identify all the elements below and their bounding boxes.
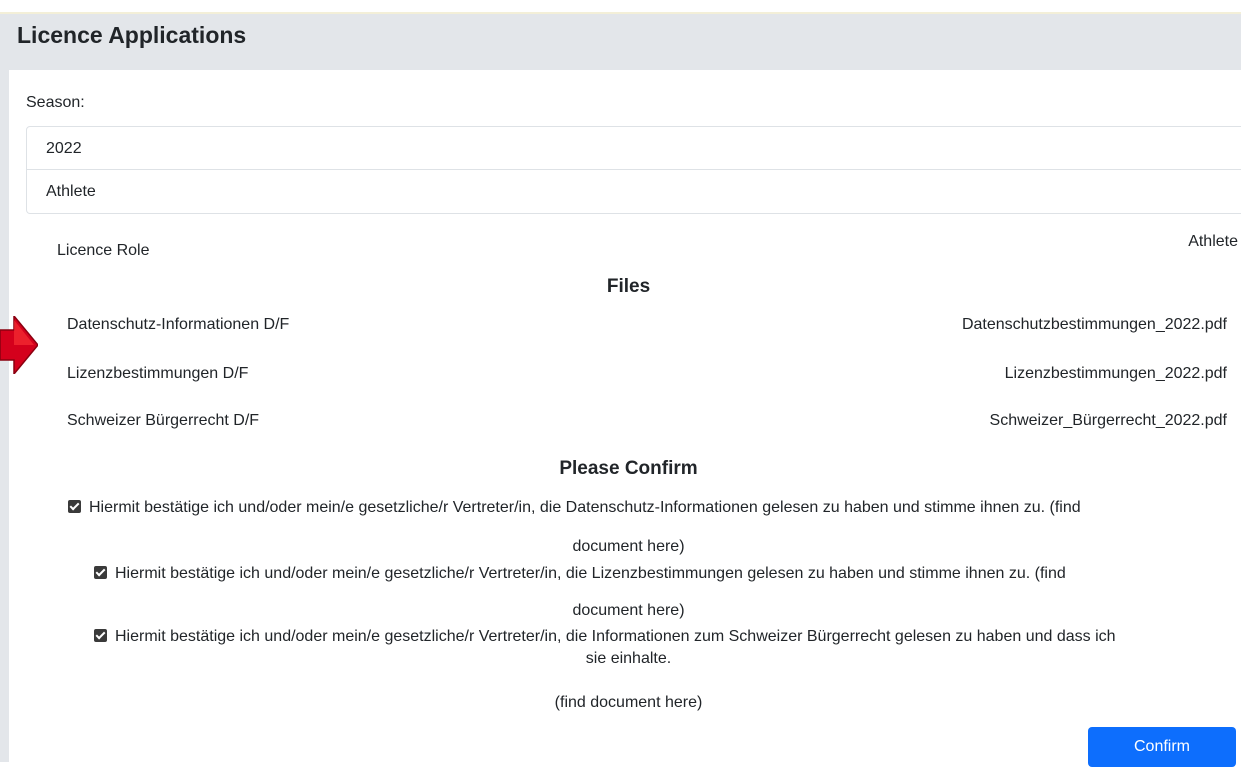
season-label: Season: [26,94,85,111]
consent-link-citizenship[interactable]: (find document here) [16,694,1241,712]
consent-text-licence: Hiermit bestätige ich und/oder mein/e ge… [115,565,1066,582]
consent-item-citizenship: Hiermit bestätige ich und/oder mein/e ge… [94,627,1241,647]
file-name: Schweizer Bürgerrecht D/F [67,412,260,429]
file-link[interactable]: Lizenzbestimmungen_2022.pdf [1005,365,1227,383]
file-link[interactable]: Schweizer_Bürgerrecht_2022.pdf [990,412,1227,430]
file-name: Datenschutz-Informationen D/F [67,316,290,333]
consent-item-licence: Hiermit bestätige ich und/oder mein/e ge… [94,564,1241,584]
files-heading: Files [606,276,651,297]
top-strip [0,0,1241,14]
file-name: Lizenzbestimmungen D/F [67,365,249,382]
licence-role-value: Athlete [1188,233,1238,250]
checkbox-licence[interactable] [94,566,107,579]
licence-type-select[interactable]: Athlete [26,170,1241,214]
consent-item-privacy: Hiermit bestätige ich und/oder mein/e ge… [68,498,1241,518]
consent-text-privacy: Hiermit bestätige ich und/oder mein/e ge… [89,499,1081,516]
consent-link-privacy[interactable]: document here) [16,538,1241,556]
checkbox-privacy[interactable] [68,500,81,513]
confirm-button[interactable]: Confirm [1088,727,1236,767]
licence-type-value: Athlete [46,183,96,200]
page-header: Licence Applications [9,14,1241,70]
left-border [0,14,9,762]
confirm-heading: Please Confirm [559,458,698,479]
consent-text-citizenship-cont: sie einhalte. [585,650,672,667]
season-select[interactable]: 2022 [26,126,1241,170]
checkbox-citizenship[interactable] [94,629,107,642]
annotation-arrow-icon [0,316,38,374]
consent-text-citizenship: Hiermit bestätige ich und/oder mein/e ge… [115,628,1116,645]
licence-role-label: Licence Role [57,242,150,259]
page-title: Licence Applications [17,22,247,48]
licence-form-card: Season: 2022 Athlete Licence Role Athlet… [16,70,1241,767]
file-link[interactable]: Datenschutzbestimmungen_2022.pdf [962,316,1227,334]
season-value: 2022 [46,140,82,157]
consent-link-licence[interactable]: document here) [16,602,1241,620]
